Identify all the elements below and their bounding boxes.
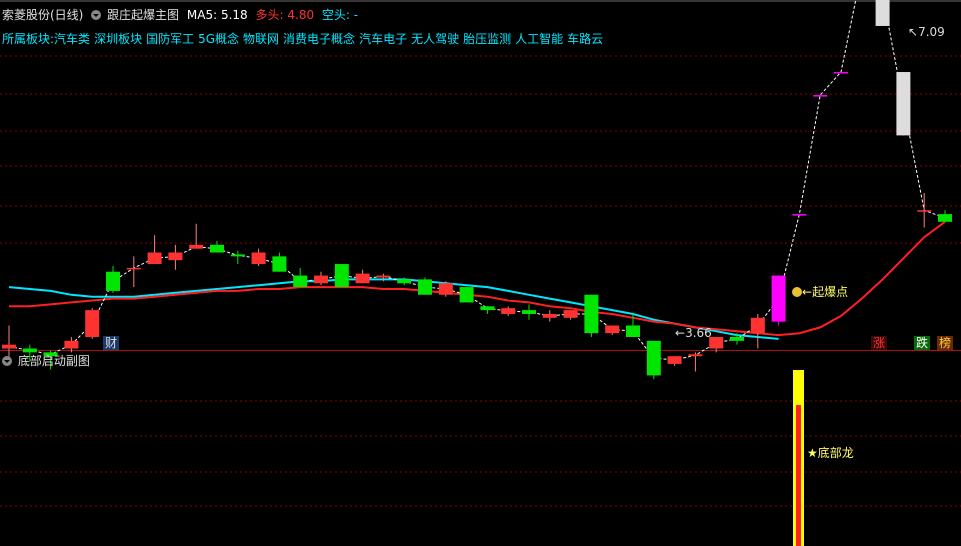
candle[interactable] [792, 214, 807, 216]
candles [2, 0, 952, 380]
candle[interactable] [563, 310, 578, 320]
candle[interactable] [584, 294, 599, 337]
candle[interactable] [480, 306, 495, 314]
candle[interactable] [605, 325, 620, 336]
candle[interactable] [813, 95, 828, 97]
candle[interactable] [459, 287, 474, 303]
bottom-signal-bar-inner [796, 405, 801, 546]
candle[interactable] [834, 72, 848, 74]
bottom-dragon-label: ★底部龙 [807, 446, 854, 460]
candle[interactable] [875, 0, 890, 26]
fall-tag[interactable]: 跌 [914, 336, 931, 350]
trend-dashed-line [8, 0, 946, 361]
candle[interactable] [293, 267, 308, 288]
candle[interactable] [272, 252, 287, 272]
candle[interactable] [438, 281, 453, 297]
ma-lines [8, 0, 946, 361]
candle[interactable] [126, 256, 141, 288]
high-price-marker: ↖7.09 [908, 25, 945, 39]
candle[interactable] [896, 72, 911, 136]
candle[interactable] [667, 356, 682, 366]
candle[interactable] [168, 244, 183, 270]
rise-tag[interactable]: 涨 [871, 336, 888, 350]
rank-tag[interactable]: 榜 [937, 336, 954, 350]
candle[interactable] [147, 235, 162, 265]
candle[interactable] [189, 223, 204, 249]
candle[interactable] [542, 310, 557, 322]
candle[interactable] [85, 308, 100, 339]
kline-chart[interactable] [0, 0, 961, 546]
candle[interactable] [501, 306, 516, 316]
candle[interactable] [771, 275, 786, 326]
candle[interactable] [750, 313, 765, 349]
sub-indicator-name[interactable]: 底部启动副图 [18, 354, 90, 368]
candle[interactable] [917, 193, 932, 228]
candle[interactable] [418, 277, 432, 295]
low-price-marker: ←3.66 [675, 326, 712, 340]
grid-lines [0, 0, 961, 507]
ma-red-line [9, 220, 946, 337]
sub-indicator-menu-icon[interactable] [2, 356, 12, 366]
breakout-signal-label: ←起爆点 [790, 285, 850, 299]
coin-icon [792, 287, 802, 297]
finance-tag[interactable]: 财 [103, 336, 120, 350]
candle[interactable] [938, 210, 952, 222]
candle[interactable] [646, 340, 661, 380]
candle[interactable] [688, 352, 703, 372]
candle[interactable] [230, 250, 245, 265]
candle[interactable] [355, 269, 370, 284]
candle[interactable] [314, 271, 328, 286]
candle[interactable] [334, 264, 349, 288]
sub-chart [793, 370, 804, 546]
candle[interactable] [106, 265, 120, 293]
sub-panel-header: 底部启动副图 [2, 352, 90, 369]
candle[interactable] [522, 304, 536, 320]
candle[interactable] [251, 248, 266, 266]
